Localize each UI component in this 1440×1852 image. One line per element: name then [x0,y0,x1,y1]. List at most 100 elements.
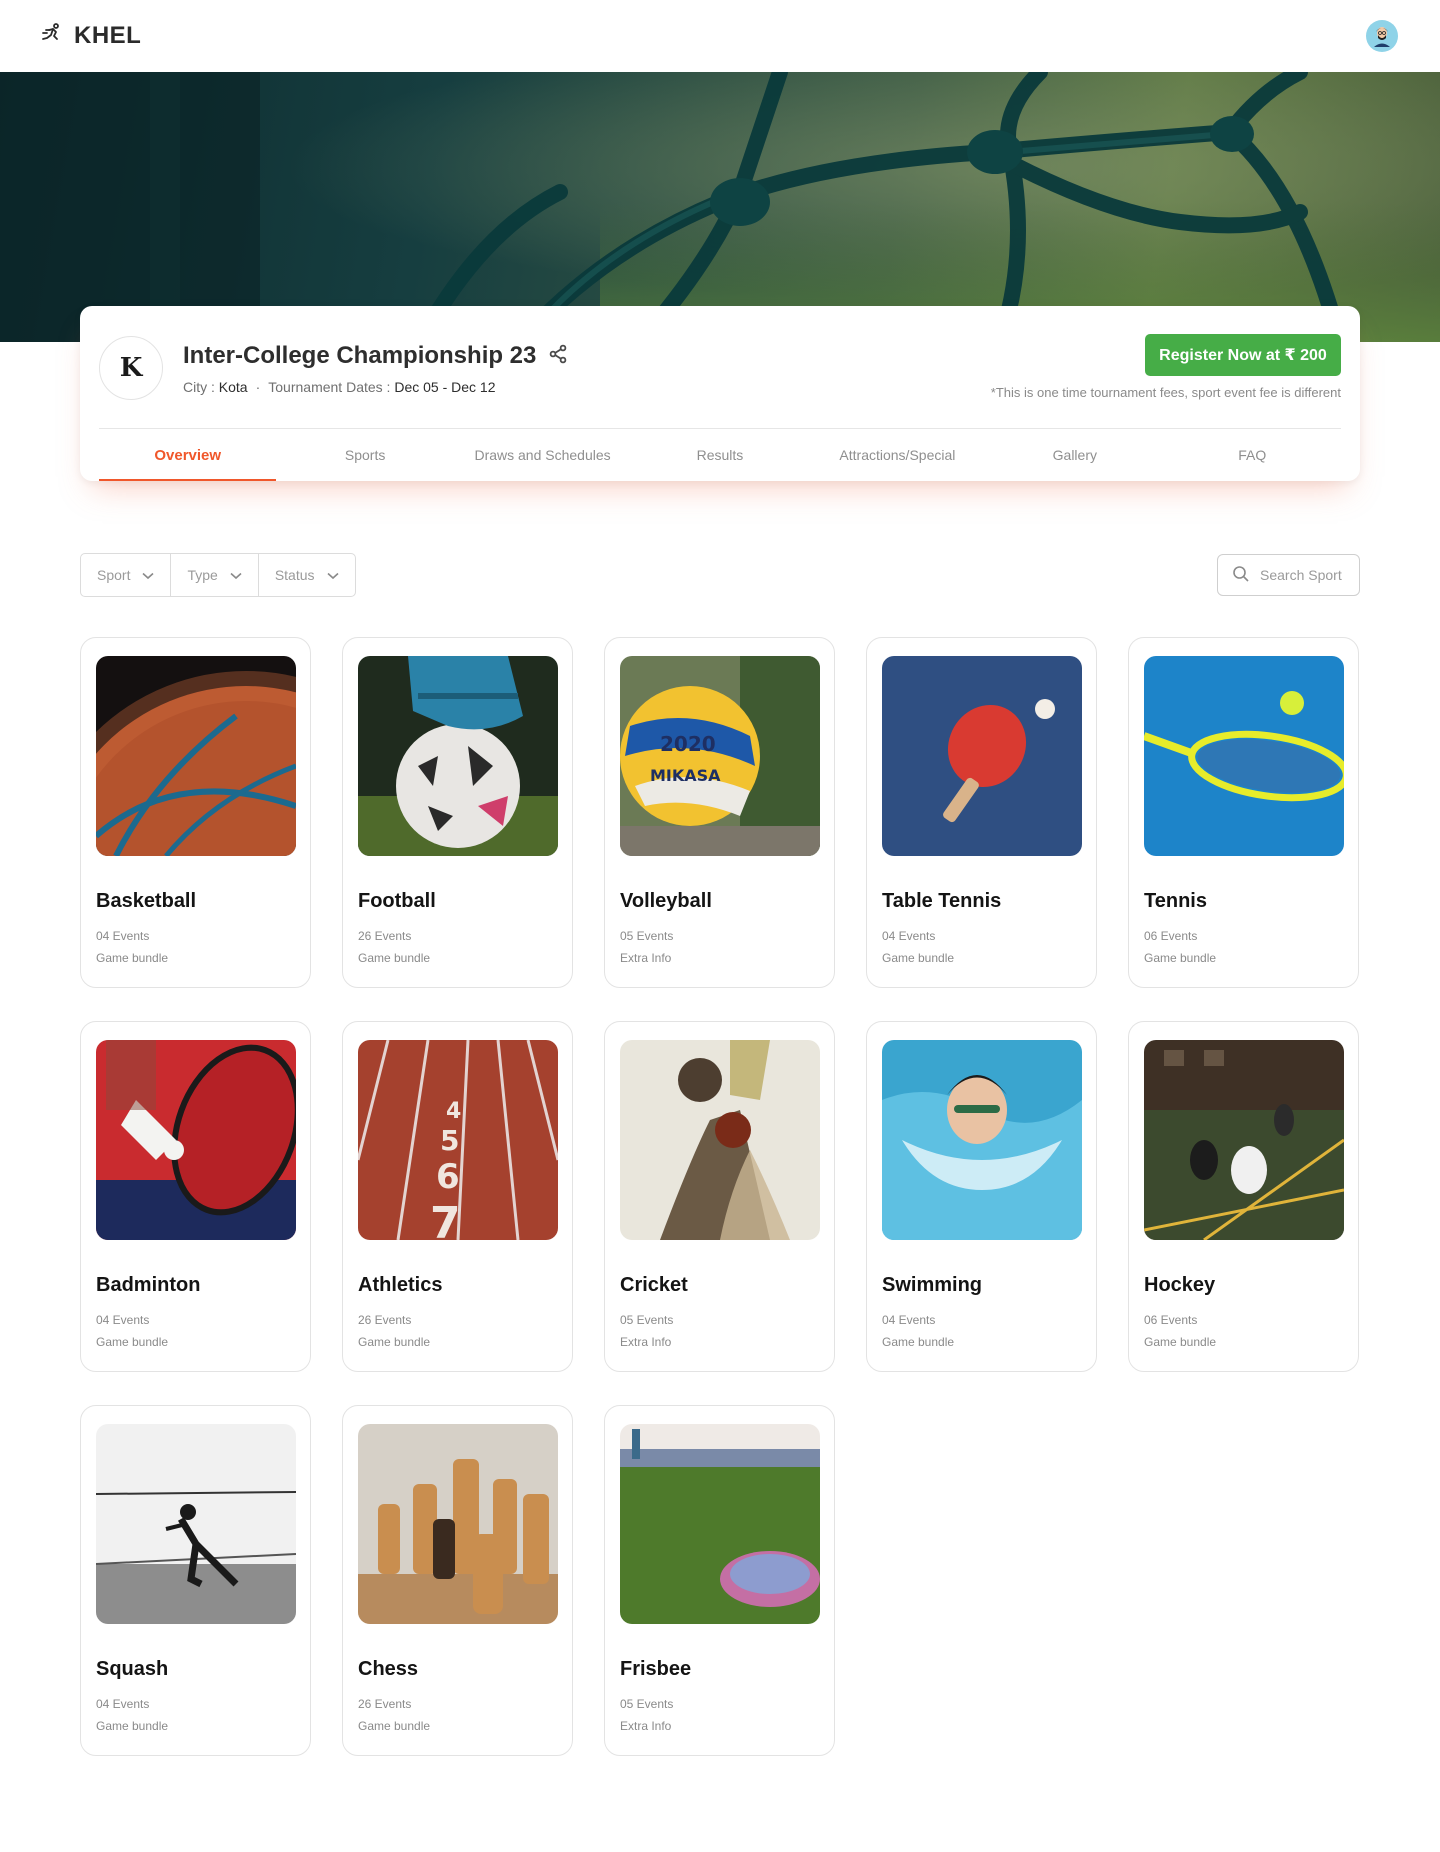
sport-events: 04 Events [96,929,150,943]
sport-events: 26 Events [358,1313,412,1327]
type-filter-dropdown[interactable]: Type [171,554,259,596]
sport-card-table-tennis[interactable]: Table Tennis 04 Events Game bundle [866,637,1097,988]
sport-events: 26 Events [358,929,412,943]
swimming-image [882,1040,1082,1240]
sport-name: Badminton [96,1274,201,1296]
sport-extra: Extra Info [620,951,672,965]
tab-draws-and-schedules[interactable]: Draws and Schedules [454,429,631,481]
sport-extra: Game bundle [882,951,955,965]
sport-filter-label: Sport [97,567,131,583]
tennis-image [1144,656,1344,856]
svg-text:4: 4 [446,1099,461,1124]
tab-overview[interactable]: Overview [99,429,277,481]
tournament-meta: City : Kota · Tournament Dates : Dec 05 - … [183,379,496,395]
cricket-image [620,1040,820,1240]
sport-card-tennis[interactable]: Tennis 06 Events Game bundle [1128,637,1359,988]
sport-card-cricket[interactable]: Cricket 05 Events Extra Info [604,1021,835,1372]
tab-gallery[interactable]: Gallery [986,429,1163,481]
runner-icon [40,22,64,51]
city-value: Kota [218,379,248,395]
search-input[interactable]: Search Sport [1217,554,1360,596]
sport-events: 05 Events [620,1697,674,1711]
share-icon[interactable] [548,344,568,369]
sport-card-basketball[interactable]: Basketball 04 Events Game bundle [80,637,311,988]
sport-card-frisbee[interactable]: Frisbee 05 Events Extra Info [604,1405,835,1756]
sport-name: Squash [96,1658,169,1680]
sport-card-football[interactable]: Football 26 Events Game bundle [342,637,573,988]
register-button[interactable]: Register Now at ₹ 200 [1145,334,1341,376]
sport-card-chess[interactable]: Chess 26 Events Game bundle [342,1405,573,1756]
sport-extra: Game bundle [96,1335,169,1349]
sport-card-swimming[interactable]: Swimming 04 Events Game bundle [866,1021,1097,1372]
chevron-down-icon [230,567,242,583]
svg-text:7: 7 [430,1198,461,1240]
chevron-down-icon [326,567,339,583]
svg-text:6: 6 [436,1157,460,1197]
sport-card-hockey[interactable]: Hockey 06 Events Game bundle [1128,1021,1359,1372]
tournament-logo-letter: K [119,353,143,383]
sport-extra: Game bundle [358,1719,431,1733]
sport-events: 04 Events [882,1313,936,1327]
avatar[interactable] [1366,20,1398,52]
sport-filter-dropdown[interactable]: Sport [81,554,172,596]
athletics-image: 4 5 6 7 [358,1040,558,1240]
sport-extra: Game bundle [882,1335,955,1349]
sport-name: Football [358,890,436,912]
tab-faq[interactable]: FAQ [1164,429,1341,481]
type-filter-label: Type [187,567,218,583]
tab-attractions-special[interactable]: Attractions/Special [809,429,986,481]
sport-events: 04 Events [882,929,936,943]
status-filter-dropdown[interactable]: Status [259,554,355,596]
football-image [358,656,558,856]
sport-name: Swimming [882,1274,983,1296]
sport-events: 05 Events [620,929,674,943]
sport-events: 04 Events [96,1313,150,1327]
tab-results[interactable]: Results [631,429,808,481]
sport-card-athletics[interactable]: 4 5 6 7 Athletics 26 Events Game bundle [342,1021,573,1372]
dates-label: Tournament Dates : [268,379,395,395]
sport-name: Frisbee [620,1658,692,1680]
sport-card-volleyball[interactable]: 2020 MIKASA Volleyball 05 Events Extra I… [604,637,835,988]
dates-value: Dec 05 - Dec 12 [394,379,496,395]
sport-extra: Extra Info [620,1335,672,1349]
sport-events: 04 Events [96,1697,150,1711]
hockey-image [1144,1040,1344,1240]
city-label: City : [183,379,219,395]
frisbee-image [620,1424,820,1624]
status-filter-label: Status [274,567,315,583]
sport-extra: Game bundle [1144,951,1217,965]
svg-text:MIKASA: MIKASA [650,766,721,785]
hero-banner [0,72,1440,342]
brand-name: KHEL [74,22,142,49]
tab-bar: Overview Sports Draws and Schedules Resu… [99,429,1341,481]
sport-card-badminton[interactable]: Badminton 04 Events Game bundle [80,1021,311,1372]
sport-extra: Game bundle [1144,1335,1217,1349]
top-navbar: KHEL [0,0,1440,72]
fee-note: *This is one time tournament fees, sport… [990,385,1341,400]
chess-image [358,1424,558,1624]
sport-name: Cricket [620,1274,688,1296]
sport-extra: Game bundle [96,951,169,965]
brand[interactable]: KHEL [40,22,141,51]
tournament-logo: K [99,336,163,400]
sport-name: Basketball [96,890,197,912]
sport-events: 26 Events [358,1697,412,1711]
sport-events: 06 Events [1144,929,1198,943]
sport-name: Chess [358,1658,419,1680]
sport-name: Volleyball [620,890,712,912]
sport-card-squash[interactable]: Squash 04 Events Game bundle [80,1405,311,1756]
sport-extra: Game bundle [358,1335,431,1349]
sport-events: 06 Events [1144,1313,1198,1327]
tab-sports[interactable]: Sports [276,429,453,481]
sport-events: 05 Events [620,1313,674,1327]
search-placeholder: Search Sport [1260,567,1342,583]
table-tennis-image [882,656,1082,856]
sport-name: Athletics [358,1274,443,1296]
sport-name: Hockey [1144,1274,1216,1296]
sport-extra: Extra Info [620,1719,672,1733]
tournament-card: K Inter-College Championship 23 City : K… [80,306,1360,481]
tournament-title: Inter-College Championship 23 [183,342,537,369]
svg-text:2020: 2020 [660,732,716,756]
svg-text:5: 5 [440,1124,459,1157]
sport-extra: Game bundle [358,951,431,965]
